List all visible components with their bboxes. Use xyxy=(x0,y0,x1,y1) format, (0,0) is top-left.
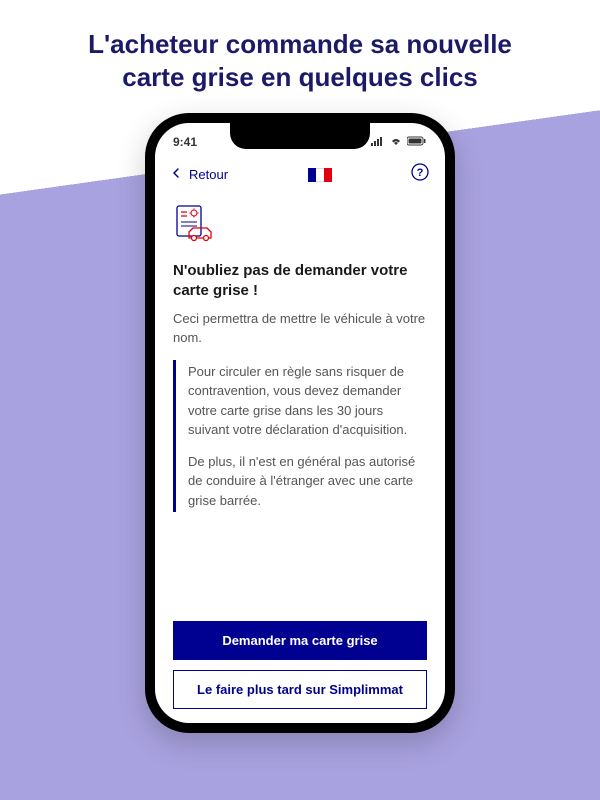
info-paragraph-2: De plus, il n'est en général pas autoris… xyxy=(188,452,427,511)
svg-text:?: ? xyxy=(417,167,424,179)
help-icon[interactable]: ? xyxy=(411,163,429,186)
info-paragraph-1: Pour circuler en règle sans risquer de c… xyxy=(188,362,427,440)
status-icons xyxy=(371,135,427,149)
phone-frame: 9:41 Retour xyxy=(145,113,455,733)
later-button[interactable]: Le faire plus tard sur Simplimmat xyxy=(173,670,427,709)
back-button[interactable]: Retour xyxy=(171,167,228,182)
battery-icon xyxy=(407,135,427,149)
hero-title: L'acheteur commande sa nouvelle carte gr… xyxy=(0,0,600,113)
phone-notch xyxy=(230,123,370,149)
screen-title: N'oubliez pas de demander votre carte gr… xyxy=(173,261,427,300)
status-time: 9:41 xyxy=(173,135,197,149)
button-area: Demander ma carte grise Le faire plus ta… xyxy=(173,621,427,709)
phone-screen: 9:41 Retour xyxy=(155,123,445,723)
france-flag-icon xyxy=(308,168,332,182)
top-nav: Retour ? xyxy=(155,153,445,194)
request-card-button[interactable]: Demander ma carte grise xyxy=(173,621,427,660)
wifi-icon xyxy=(389,135,403,149)
document-car-icon xyxy=(173,202,427,251)
info-callout: Pour circuler en règle sans risquer de c… xyxy=(173,360,427,513)
content-area: N'oubliez pas de demander votre carte gr… xyxy=(155,194,445,512)
arrow-left-icon xyxy=(171,167,183,182)
intro-text: Ceci permettra de mettre le véhicule à v… xyxy=(173,310,427,348)
back-label: Retour xyxy=(189,167,228,182)
signal-icon xyxy=(371,135,385,149)
